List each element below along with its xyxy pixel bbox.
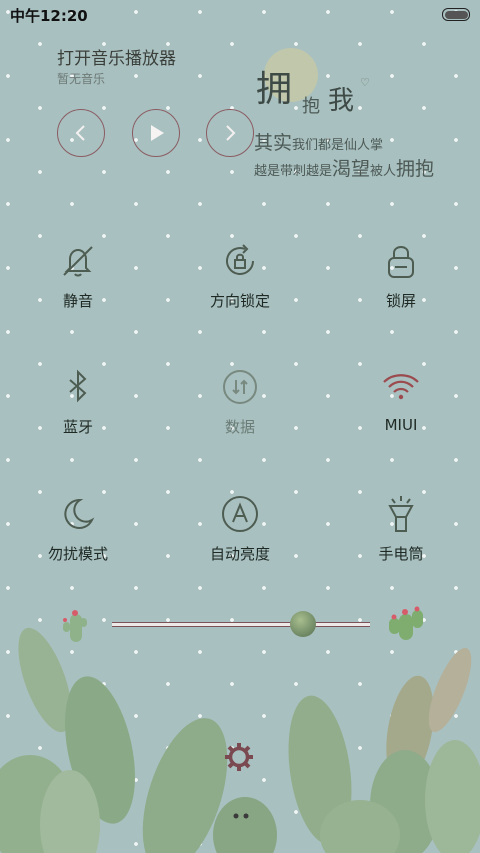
wallpaper-quote: 拥 抱 我 ♡ 其实我们都是仙人掌 越是带刺越是渴望被人拥抱 <box>252 48 474 194</box>
quote-line-1-rest: 我们都是仙人掌 <box>292 138 384 153</box>
toggle-bluetooth[interactable]: 蓝牙 <box>18 367 138 437</box>
lock-icon <box>388 246 414 278</box>
chevron-right-icon <box>226 125 236 141</box>
quote-line-1-big: 其实 <box>254 132 293 154</box>
quote-big-char: 拥 <box>256 69 293 110</box>
battery-icon <box>442 8 470 21</box>
toggle-wifi[interactable]: MIUI <box>341 367 461 434</box>
previous-track-button[interactable] <box>57 109 105 157</box>
next-track-button[interactable] <box>206 109 254 157</box>
toggle-dnd[interactable]: 勿扰模式 <box>18 494 138 564</box>
toggle-auto-brightness-label: 自动亮度 <box>209 545 270 563</box>
bluetooth-icon <box>69 369 87 403</box>
quote-line-2-b: 被人 <box>370 164 397 179</box>
quote-line-2-c: 拥抱 <box>396 158 435 180</box>
music-player-title[interactable]: 打开音乐播放器 <box>57 44 176 69</box>
toggle-wifi-label: MIUI <box>384 416 418 434</box>
chevron-left-icon <box>75 125 85 141</box>
toggle-flashlight-label: 手电筒 <box>378 545 424 563</box>
quote-line-2-big: 渴望 <box>332 158 371 180</box>
status-time: 中午12:20 <box>10 7 88 25</box>
play-button[interactable] <box>132 109 180 157</box>
bell-off-icon <box>63 246 93 277</box>
wifi-icon <box>383 374 419 400</box>
quote-line-2: 越是带刺越是渴望被人拥抱 <box>254 154 434 181</box>
settings-gear-icon[interactable] <box>223 741 255 773</box>
toggle-rotation-lock[interactable]: 方向锁定 <box>180 241 300 311</box>
quote-big-char-2: 我 <box>328 86 355 116</box>
toggle-lock-screen-label: 锁屏 <box>385 292 416 310</box>
auto-brightness-icon <box>222 496 258 532</box>
mobile-data-icon <box>223 370 257 404</box>
play-icon <box>151 125 164 141</box>
toggle-lock-screen[interactable]: 锁屏 <box>341 241 461 311</box>
music-status: 暂无音乐 <box>57 72 106 86</box>
moon-icon <box>64 498 95 529</box>
quote-small-char: 抱 <box>302 96 320 117</box>
toggle-mute-label: 静音 <box>62 292 93 310</box>
toggle-dnd-label: 勿扰模式 <box>47 545 108 563</box>
toggle-data-label: 数据 <box>224 418 255 436</box>
flashlight-icon <box>388 496 414 532</box>
toggle-mute[interactable]: 静音 <box>18 241 138 311</box>
page-indicator <box>233 813 249 819</box>
toggle-rotation-lock-label: 方向锁定 <box>209 292 270 310</box>
toggle-flashlight[interactable]: 手电筒 <box>341 494 461 564</box>
status-bar: 中午12:20 <box>0 0 480 28</box>
toggle-bluetooth-label: 蓝牙 <box>62 418 93 436</box>
quote-line-2-a: 越是带刺越是 <box>254 164 333 179</box>
rotation-lock-icon <box>226 244 254 275</box>
toggle-auto-brightness[interactable]: 自动亮度 <box>180 494 300 564</box>
quote-line-1: 其实我们都是仙人掌 <box>254 128 383 155</box>
toggle-data[interactable]: 数据 <box>180 367 300 437</box>
heart-icon: ♡ <box>360 76 370 89</box>
